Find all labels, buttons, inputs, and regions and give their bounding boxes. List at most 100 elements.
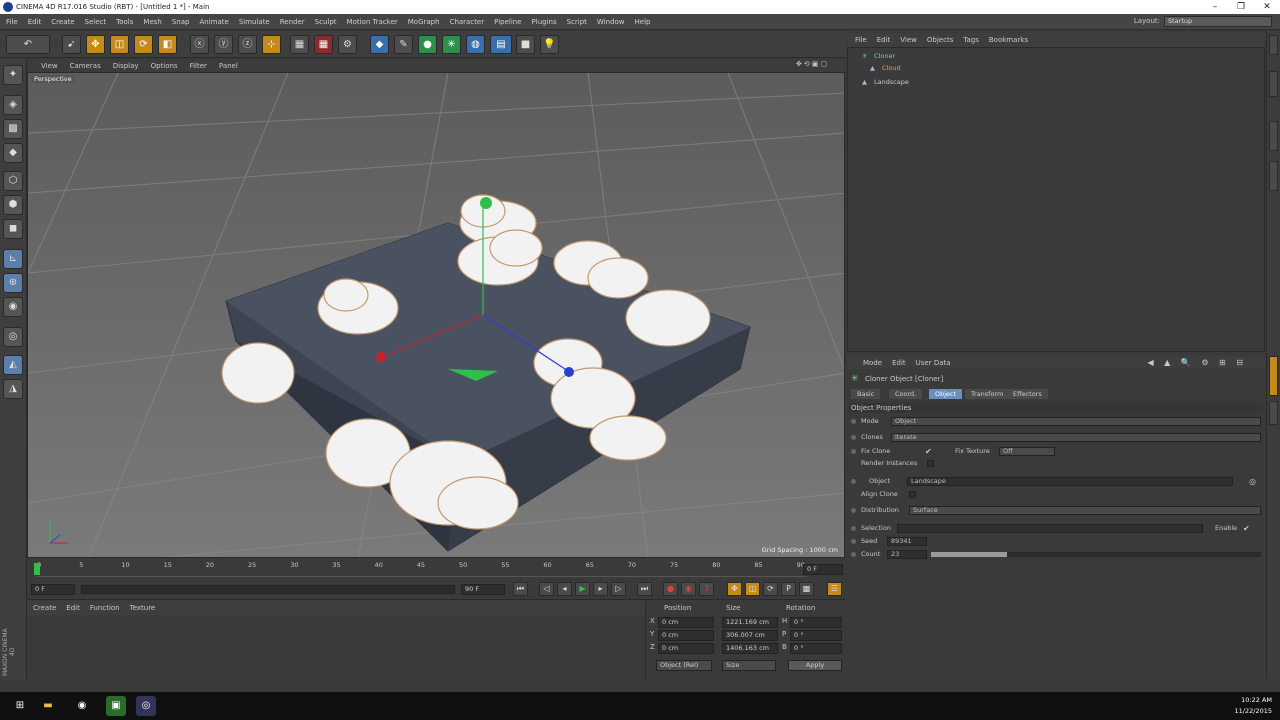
menu-edit[interactable]: Edit: [28, 18, 42, 26]
menu-plugins[interactable]: Plugins: [532, 18, 557, 26]
next-key-icon[interactable]: ▷: [611, 582, 626, 596]
model-mode-icon[interactable]: ◈: [3, 95, 23, 115]
frame-range-slider[interactable]: [81, 585, 455, 594]
menu-animate[interactable]: Animate: [199, 18, 228, 26]
deformer-icon[interactable]: ◍: [466, 35, 485, 54]
viewport-nav-icons[interactable]: ✥⟲▣▢: [796, 60, 829, 68]
menu-motion-tracker[interactable]: Motion Tracker: [347, 18, 398, 26]
vertical-tab[interactable]: [1269, 161, 1278, 191]
y-axis-lock-icon[interactable]: ⓨ: [214, 35, 233, 54]
attr-nav-icons[interactable]: ◀ ▲ 🔍 ⚙ ⊞ ⊟: [1147, 358, 1247, 367]
attr-menu-user-data[interactable]: User Data: [916, 359, 951, 367]
workplane-icon[interactable]: ◆: [3, 143, 23, 163]
next-frame-icon[interactable]: ▸: [593, 582, 608, 596]
x-axis-lock-icon[interactable]: ⓧ: [190, 35, 209, 54]
objmgr-menu-tags[interactable]: Tags: [963, 36, 979, 44]
system-clock[interactable]: 10:22 AM 11/22/2015: [1235, 695, 1272, 717]
count-slider-track[interactable]: [931, 552, 1261, 557]
polygons-mode-icon[interactable]: ◼: [3, 219, 23, 239]
viewport-menu-options[interactable]: Options: [151, 62, 178, 70]
render-instances-checkbox[interactable]: [927, 460, 934, 467]
coord-position-field[interactable]: 0 cm: [658, 643, 714, 654]
object-row-cloner[interactable]: ✳ Cloner: [850, 50, 1264, 62]
vertical-tab[interactable]: [1269, 71, 1278, 97]
objmgr-menu-file[interactable]: File: [855, 36, 867, 44]
vertical-tab[interactable]: [1269, 401, 1278, 425]
axis-mode-icon[interactable]: ⊾: [3, 249, 23, 269]
record-keys-icon[interactable]: ●: [663, 582, 678, 596]
key-position-icon[interactable]: ✥: [727, 582, 742, 596]
keyframe-selection-icon[interactable]: ?: [699, 582, 714, 596]
render-view-icon[interactable]: ▦: [290, 35, 309, 54]
animate-dot[interactable]: [851, 419, 856, 424]
attr-menu-edit[interactable]: Edit: [892, 359, 906, 367]
coord-size-mode-select[interactable]: Size: [722, 660, 776, 671]
attr-menu-mode[interactable]: Mode: [863, 359, 882, 367]
tab-object[interactable]: Object: [929, 389, 963, 399]
play-icon[interactable]: ▶: [575, 582, 590, 596]
snapping-icon[interactable]: ◉: [3, 297, 23, 317]
menu-script[interactable]: Script: [567, 18, 587, 26]
fix-clone-checkbox[interactable]: ✔: [925, 446, 932, 457]
coord-size-field[interactable]: 1221.169 cm: [722, 617, 778, 628]
vertical-tab[interactable]: [1269, 356, 1278, 396]
go-start-icon[interactable]: ⏮: [513, 582, 528, 596]
apply-button[interactable]: Apply: [788, 660, 842, 671]
menu-pipeline[interactable]: Pipeline: [494, 18, 521, 26]
autokey-icon[interactable]: ◉: [681, 582, 696, 596]
link-target-icon[interactable]: ◎: [1249, 476, 1256, 487]
viewport-menu-display[interactable]: Display: [113, 62, 139, 70]
objmgr-menu-view[interactable]: View: [900, 36, 917, 44]
rotate-tool-icon[interactable]: ⟳: [134, 35, 153, 54]
menu-character[interactable]: Character: [450, 18, 485, 26]
chrome-icon[interactable]: ◉: [72, 696, 92, 716]
menu-sculpt[interactable]: Sculpt: [315, 18, 337, 26]
move-tool-icon[interactable]: ✥: [86, 35, 105, 54]
coord-position-field[interactable]: 0 cm: [658, 617, 714, 628]
viewport-menu-cameras[interactable]: Cameras: [70, 62, 101, 70]
tweak-mode-icon[interactable]: ⊕: [3, 273, 23, 293]
coord-rotation-field[interactable]: 0 °: [790, 630, 842, 641]
live-select-icon[interactable]: ➹: [62, 35, 81, 54]
selection-field[interactable]: [897, 524, 1203, 533]
locked-workplane-icon[interactable]: ◮: [3, 379, 23, 399]
key-param-icon[interactable]: P: [781, 582, 796, 596]
workplane-mode-icon[interactable]: ◭: [3, 355, 23, 375]
go-end-icon[interactable]: ⏭: [637, 582, 652, 596]
subdivision-icon[interactable]: ●: [418, 35, 437, 54]
key-scale-icon[interactable]: ◫: [745, 582, 760, 596]
menu-render[interactable]: Render: [280, 18, 305, 26]
animate-dot[interactable]: [851, 435, 856, 440]
close-button[interactable]: ✕: [1254, 0, 1280, 14]
animate-dot[interactable]: [851, 508, 856, 513]
coord-rotation-field[interactable]: 0 °: [790, 617, 842, 628]
menu-file[interactable]: File: [6, 18, 18, 26]
points-mode-icon[interactable]: ⬡: [3, 171, 23, 191]
maximize-button[interactable]: ❐: [1228, 0, 1254, 14]
timeline-window-icon[interactable]: ☰: [827, 582, 842, 596]
objmgr-menu-edit[interactable]: Edit: [877, 36, 891, 44]
viewport-menu-filter[interactable]: Filter: [190, 62, 207, 70]
render-picture-viewer-icon[interactable]: ▦: [314, 35, 333, 54]
layout-select[interactable]: Startup: [1164, 16, 1272, 27]
objmgr-menu-bookmarks[interactable]: Bookmarks: [989, 36, 1028, 44]
cube-primitive-icon[interactable]: ◆: [370, 35, 389, 54]
material-manager-panel[interactable]: [27, 615, 645, 679]
windows-start-icon[interactable]: ⊞: [10, 696, 30, 716]
app-icon[interactable]: ▣: [106, 696, 126, 716]
tab-basic[interactable]: Basic: [851, 389, 881, 399]
menu-tools[interactable]: Tools: [116, 18, 133, 26]
objmgr-menu-objects[interactable]: Objects: [927, 36, 953, 44]
tab-transform[interactable]: Transform: [965, 389, 1010, 399]
floor-scene-icon[interactable]: ▤: [490, 35, 512, 54]
timeline-ruler[interactable]: 051015202530354045505560657075808590 0 F: [27, 560, 845, 578]
soft-selection-icon[interactable]: ◎: [3, 327, 23, 347]
end-frame-field[interactable]: 90 F: [461, 584, 505, 595]
material-menu-create[interactable]: Create: [33, 604, 56, 612]
playhead[interactable]: [34, 563, 40, 575]
material-menu-function[interactable]: Function: [90, 604, 120, 612]
coordinate-system-icon[interactable]: ⊹: [262, 35, 281, 54]
start-frame-field[interactable]: 0 F: [31, 584, 75, 595]
viewport-menu-panel[interactable]: Panel: [219, 62, 238, 70]
key-pla-icon[interactable]: ▩: [799, 582, 814, 596]
